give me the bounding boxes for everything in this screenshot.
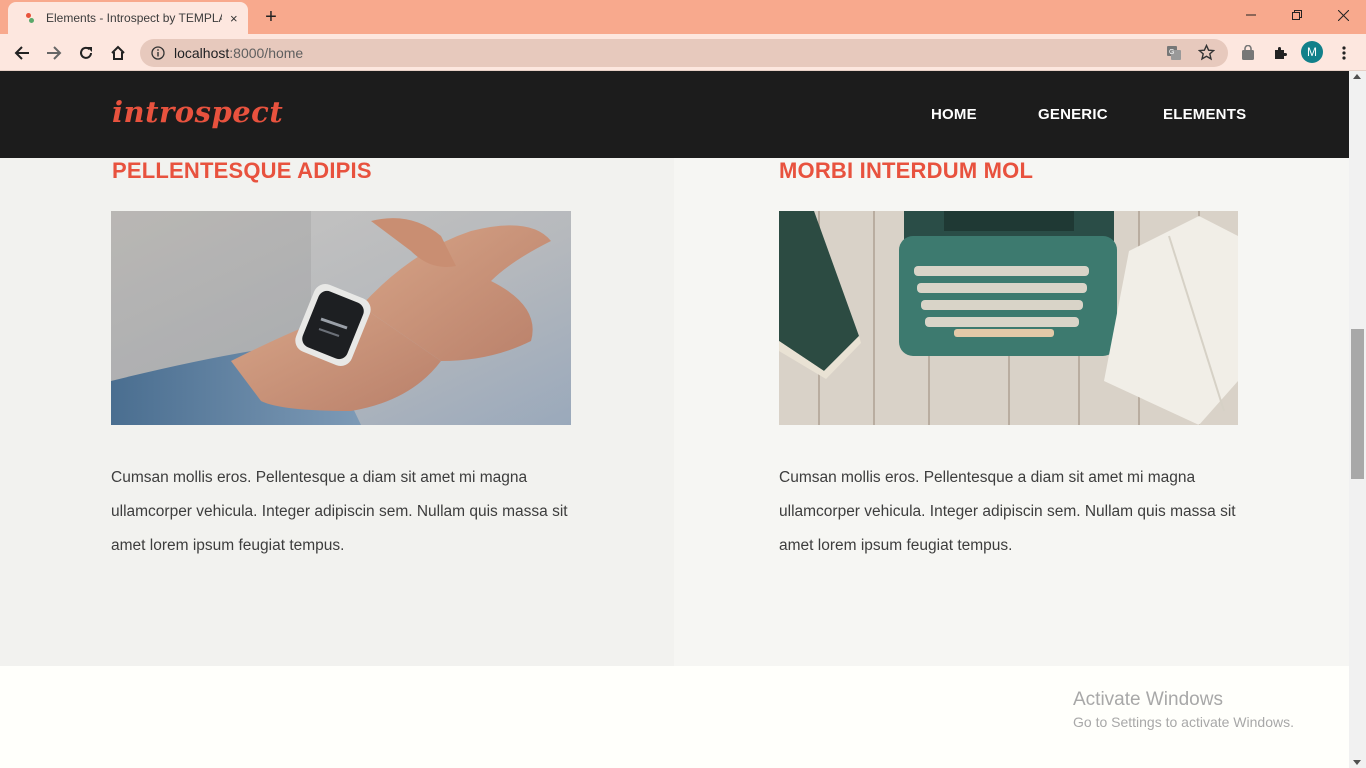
activation-watermark-title: Activate Windows	[1073, 689, 1223, 710]
scroll-up-icon[interactable]	[1353, 74, 1361, 79]
section-left: PELLENTESQUE ADIPIS Cumsan mollis eros. …	[0, 158, 674, 666]
restore-icon	[1292, 10, 1302, 20]
site-header: introspect HOME GENERIC ELEMENTS	[0, 71, 1349, 158]
section-title: MORBI INTERDUM MOL	[779, 158, 1034, 183]
site-logo[interactable]: introspect	[112, 95, 283, 129]
smartwatch-illustration	[111, 211, 571, 425]
shopping-bag-icon	[1242, 45, 1254, 60]
extension-button[interactable]	[1236, 41, 1260, 65]
scroll-thumb[interactable]	[1351, 329, 1364, 479]
section-title: PELLENTESQUE ADIPIS	[112, 158, 372, 183]
scroll-down-icon[interactable]	[1353, 760, 1361, 765]
home-button[interactable]	[106, 41, 130, 65]
activation-watermark-subtitle: Go to Settings to activate Windows.	[1073, 714, 1294, 730]
section-right: MORBI INTERDUM MOL Cumsan mollis eros. P…	[674, 158, 1349, 666]
back-arrow-icon	[14, 46, 29, 60]
url-text: localhost:8000/home	[174, 45, 303, 61]
tab-close-icon[interactable]: ×	[230, 12, 238, 25]
close-window-button[interactable]	[1320, 0, 1366, 30]
nav-elements[interactable]: ELEMENTS	[1163, 106, 1246, 123]
minimize-icon	[1246, 14, 1256, 16]
new-tab-button[interactable]: +	[260, 6, 282, 28]
bookmark-star-icon[interactable]	[1198, 44, 1215, 61]
extensions-menu-button[interactable]	[1268, 41, 1292, 65]
reload-icon	[80, 46, 92, 59]
vertical-scrollbar[interactable]	[1349, 71, 1366, 768]
tab-title: Elements - Introspect by TEMPLA	[46, 11, 222, 25]
close-icon	[1337, 9, 1349, 21]
puzzle-icon	[1275, 47, 1287, 59]
browser-tab-strip: Elements - Introspect by TEMPLA × +	[0, 0, 1366, 34]
profile-avatar[interactable]: M	[1301, 41, 1323, 63]
forward-button[interactable]	[42, 41, 66, 65]
restore-button[interactable]	[1274, 0, 1320, 30]
kebab-menu-icon	[1342, 46, 1346, 60]
section-text: Cumsan mollis eros. Pellentesque a diam …	[779, 469, 1236, 554]
browser-toolbar: localhost:8000/home G M	[0, 34, 1366, 71]
home-icon	[111, 45, 125, 60]
address-bar[interactable]: localhost:8000/home G	[140, 39, 1228, 67]
nav-generic[interactable]: GENERIC	[1038, 106, 1108, 123]
typewriter-illustration	[779, 211, 1238, 425]
url-path: :8000/home	[229, 45, 304, 61]
minimize-button[interactable]	[1228, 0, 1274, 30]
back-button[interactable]	[10, 41, 34, 65]
url-host: localhost	[174, 45, 230, 61]
page-viewport: PELLENTESQUE ADIPIS Cumsan mollis eros. …	[0, 71, 1349, 768]
nav-home[interactable]: HOME	[931, 106, 977, 123]
section-text: Cumsan mollis eros. Pellentesque a diam …	[111, 469, 568, 554]
reload-button[interactable]	[74, 41, 98, 65]
smartwatch-image	[111, 211, 571, 425]
svg-text:G: G	[1169, 49, 1174, 56]
forward-arrow-icon	[47, 46, 62, 60]
typewriter-image	[779, 211, 1238, 425]
browser-menu-button[interactable]	[1332, 41, 1356, 65]
site-favicon-icon	[24, 12, 36, 24]
translate-icon[interactable]: G	[1166, 45, 1182, 61]
browser-tab-active[interactable]: Elements - Introspect by TEMPLA ×	[8, 2, 248, 34]
site-info-icon[interactable]	[151, 46, 165, 60]
